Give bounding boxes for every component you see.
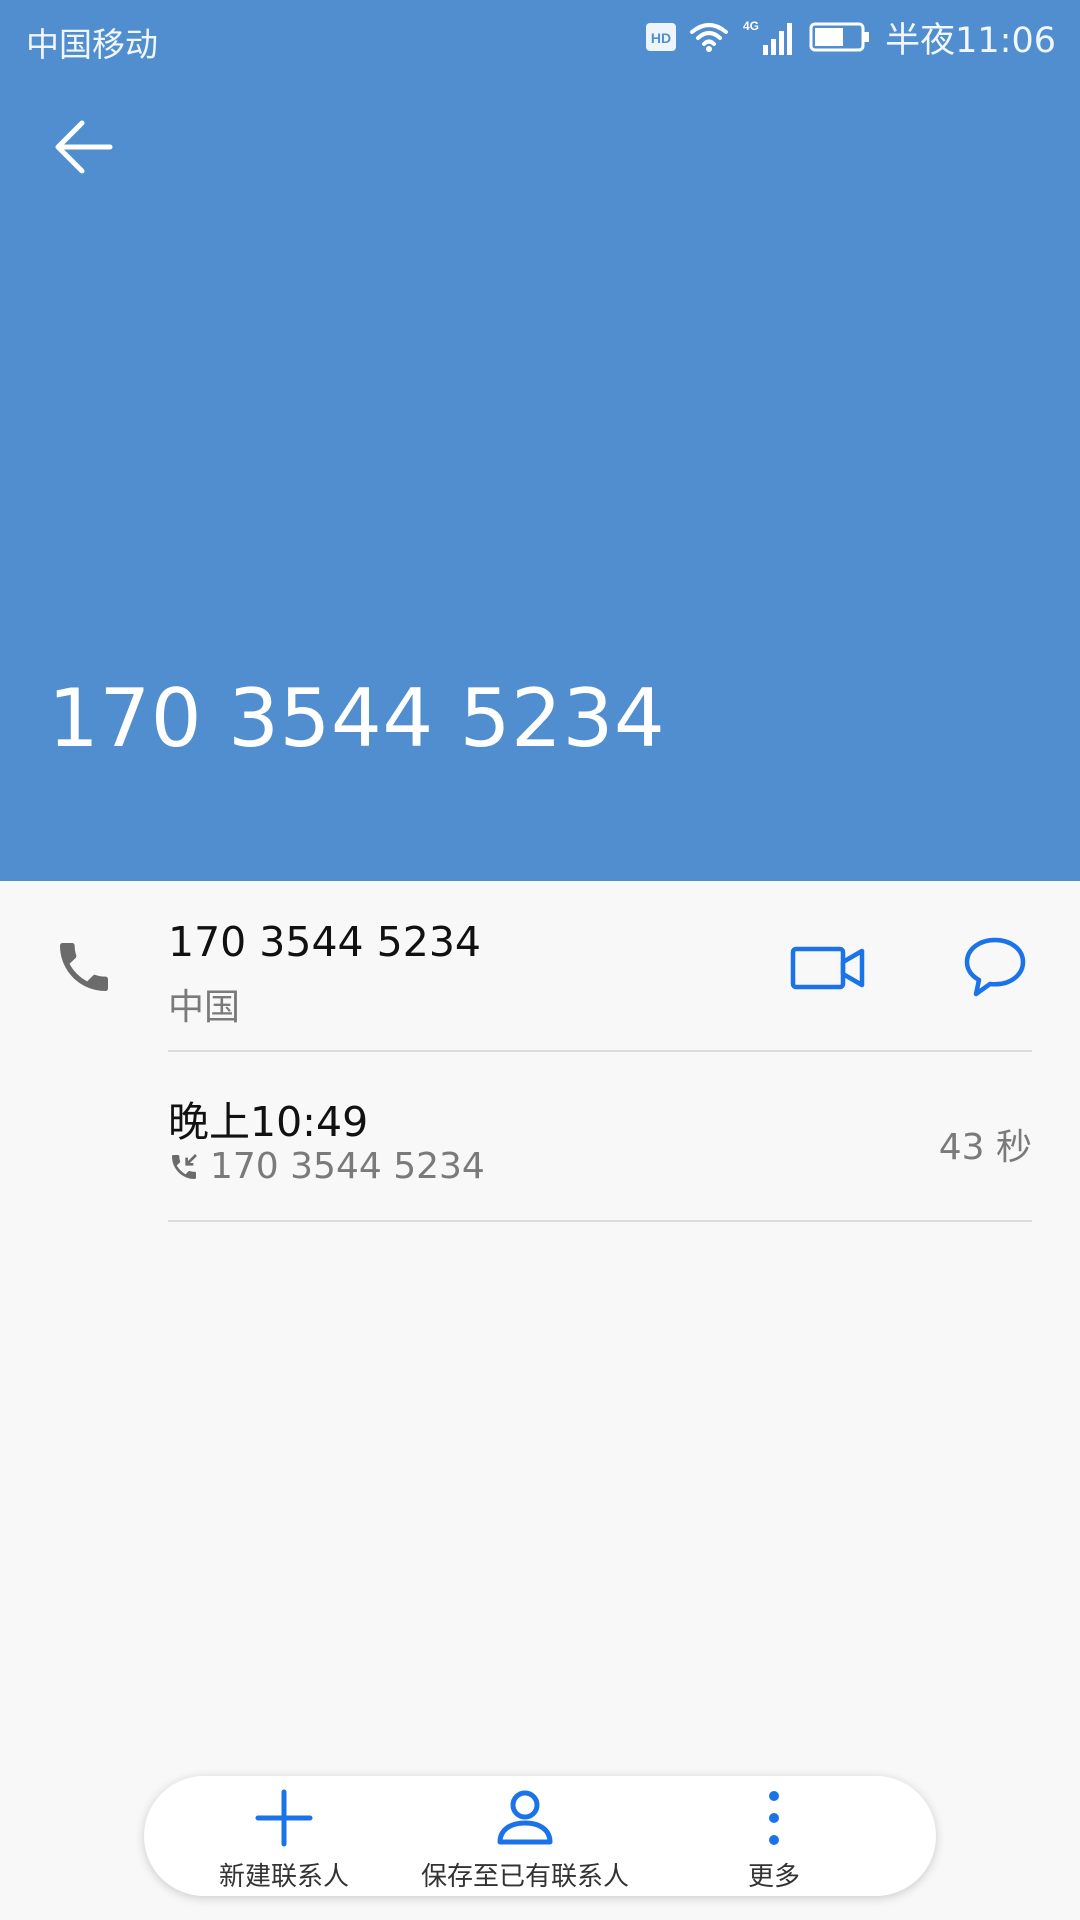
more-vertical-icon [769, 1791, 779, 1845]
new-contact-button[interactable]: 新建联系人 [184, 1776, 384, 1896]
call-log-number: 170 3544 5234 [210, 1146, 485, 1187]
phone-icon[interactable] [52, 935, 116, 999]
status-bar: 中国移动 HD 4G 半夜11:06 [0, 0, 1080, 74]
new-contact-label: 新建联系人 [218, 1862, 349, 1892]
wifi-icon [690, 23, 729, 52]
divider [168, 1050, 1032, 1052]
hd-icon-label: HD [651, 30, 671, 46]
save-to-existing-button[interactable]: 保存至已有联系人 [420, 1776, 630, 1896]
call-log-time: 晚上10:49 [168, 1098, 369, 1146]
page-title: 170 3544 5234 [48, 672, 666, 765]
number-location: 中国 [168, 987, 241, 1028]
header: 中国移动 HD 4G 半夜11:06 170 3544 5234 [0, 0, 1080, 881]
network-type: 4G [743, 19, 759, 33]
more-label: 更多 [747, 1862, 800, 1892]
clock: 半夜11:06 [885, 20, 1056, 61]
battery-icon [809, 22, 870, 52]
carrier-label: 中国移动 [26, 25, 158, 64]
call-duration: 43 秒 [938, 1127, 1032, 1168]
incoming-call-icon [172, 1153, 197, 1179]
back-arrow-icon[interactable] [48, 112, 118, 182]
plus-icon [255, 1789, 313, 1847]
message-icon[interactable] [962, 934, 1028, 1000]
video-call-icon[interactable] [790, 940, 866, 996]
signal-4g-icon: 4G [743, 19, 793, 55]
person-icon [497, 1790, 553, 1845]
more-button[interactable]: 更多 [704, 1776, 844, 1896]
bottom-action-bar: 新建联系人 保存至已有联系人 更多 [144, 1776, 936, 1896]
divider [168, 1220, 1032, 1222]
call-log-entry: 170 3544 5234 [168, 1146, 485, 1187]
hd-icon: HD [646, 23, 677, 51]
contact-number[interactable]: 170 3544 5234 [168, 918, 481, 966]
save-to-existing-label: 保存至已有联系人 [420, 1862, 629, 1892]
